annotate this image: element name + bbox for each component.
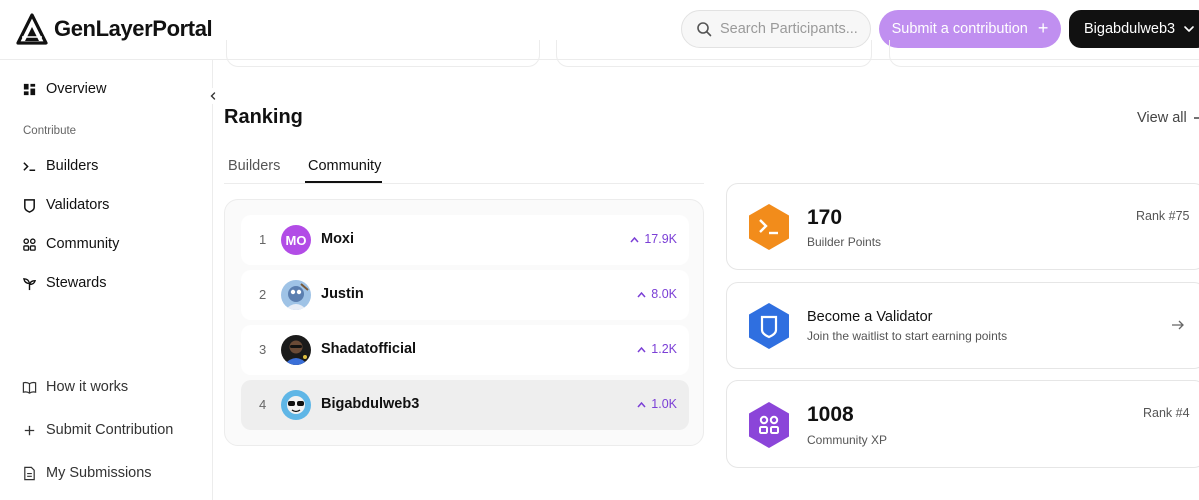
sidebar-item-validators[interactable]: Validators	[22, 197, 109, 213]
ranking-tabs: Builders Community	[224, 148, 704, 184]
dashboard-icon	[23, 83, 36, 95]
become-validator-card[interactable]: Become a Validator Join the waitlist to …	[726, 282, 1199, 369]
participant-name: Justin	[321, 286, 364, 302]
validator-subtitle: Join the waitlist to start earning point…	[807, 329, 1008, 343]
sidebar-item-overview[interactable]: Overview	[22, 81, 106, 97]
sidebar: Overview Contribute Builders Validators …	[0, 60, 213, 500]
ranking-row-current-user[interactable]: 4 Bigabdulweb3 1.0K	[241, 380, 689, 430]
builder-points-value: 170	[807, 206, 843, 229]
shield-icon	[24, 198, 35, 213]
sidebar-collapse-button[interactable]	[205, 88, 221, 104]
ranking-row[interactable]: 2 Justin 8.0K	[241, 270, 689, 320]
sidebar-item-stewards[interactable]: Stewards	[22, 275, 106, 291]
avatar-initials: MO	[285, 232, 307, 248]
top-card-edge	[226, 40, 540, 67]
avatar	[281, 390, 311, 420]
sidebar-item-label: Community	[46, 236, 120, 252]
builder-rank-badge: Rank #75	[1136, 209, 1190, 223]
chevron-up-icon	[637, 291, 646, 297]
community-hex-icon	[749, 402, 789, 448]
sidebar-item-label: Validators	[46, 197, 110, 213]
tab-community[interactable]: Community	[308, 158, 381, 174]
tab-builders[interactable]: Builders	[228, 158, 280, 174]
submit-contribution-label: Submit a contribution	[891, 21, 1028, 37]
sidebar-item-label: Submit Contribution	[46, 422, 174, 438]
plus-icon	[24, 425, 35, 435]
avatar	[281, 335, 311, 365]
community-xp-card[interactable]: 1008 Community XP Rank #4	[726, 380, 1199, 468]
sidebar-item-label: How it works	[46, 379, 129, 395]
sidebar-item-submit-contribution[interactable]: Submit Contribution	[22, 422, 173, 438]
community-xp-label: Community XP	[807, 433, 888, 447]
chevron-left-icon	[210, 92, 216, 100]
logo-text: GenLayerPortal	[54, 16, 213, 41]
participant-name: Bigabdulweb3	[321, 396, 420, 412]
builder-points-card[interactable]: 170 Builder Points Rank #75	[726, 183, 1199, 270]
avatar: MO	[281, 225, 311, 255]
arrow-right-icon[interactable]	[1171, 319, 1185, 331]
builder-hex-icon	[749, 204, 789, 250]
participant-name: Shadatofficial	[321, 341, 417, 357]
avatar	[281, 280, 311, 310]
ranking-row[interactable]: 3 Shadatofficial 1.2K	[241, 325, 689, 375]
rank-number: 1	[259, 232, 267, 247]
sidebar-item-label: My Submissions	[46, 465, 152, 481]
ranking-list: 1 MO Moxi 17.9K 2 Justin 8.0K 3 Shadatof…	[224, 199, 704, 446]
community-grid-icon	[23, 237, 36, 251]
chevron-up-icon	[637, 401, 646, 407]
participant-score: 17.9K	[630, 232, 677, 246]
search-icon	[697, 22, 712, 37]
avatar-image	[281, 335, 311, 365]
top-card-edge	[889, 40, 1199, 67]
logo[interactable]: GenLayerPortal	[16, 13, 213, 45]
participant-name: Moxi	[321, 231, 355, 247]
builder-points-label: Builder Points	[807, 235, 882, 249]
terminal-icon	[23, 161, 36, 171]
view-all-label: View all	[1137, 110, 1187, 126]
arrow-right-icon	[1193, 117, 1199, 119]
sidebar-item-community[interactable]: Community	[22, 236, 119, 252]
validator-hex-icon	[749, 303, 789, 349]
top-card-edge	[556, 40, 872, 67]
plus-icon: +	[1037, 18, 1049, 38]
user-name: Bigabdulweb3	[1084, 21, 1176, 37]
sidebar-item-label: Overview	[46, 81, 107, 97]
ranking-row[interactable]: 1 MO Moxi 17.9K	[241, 215, 689, 265]
score-value: 1.2K	[651, 342, 677, 356]
ranking-title: Ranking	[224, 106, 303, 128]
genlayer-logo-icon	[16, 13, 48, 45]
rank-number: 3	[259, 342, 267, 357]
score-value: 8.0K	[651, 287, 677, 301]
avatar-image	[281, 280, 311, 310]
rank-number: 4	[259, 397, 267, 412]
score-value: 17.9K	[644, 232, 677, 246]
avatar-image	[281, 390, 311, 420]
sidebar-item-my-submissions[interactable]: My Submissions	[22, 465, 152, 481]
participant-score: 8.0K	[637, 287, 677, 301]
rank-number: 2	[259, 287, 267, 302]
sidebar-item-label: Builders	[46, 158, 99, 174]
participant-score: 1.2K	[637, 342, 677, 356]
document-icon	[24, 466, 35, 480]
book-icon	[22, 381, 37, 394]
sidebar-item-label: Stewards	[46, 275, 107, 291]
community-rank-badge: Rank #4	[1143, 406, 1190, 420]
chevron-down-icon	[1184, 26, 1194, 32]
community-xp-value: 1008	[807, 403, 854, 426]
sidebar-item-builders[interactable]: Builders	[22, 158, 98, 174]
score-value: 1.0K	[651, 397, 677, 411]
sprout-icon	[23, 277, 36, 290]
search-input[interactable]	[720, 21, 860, 37]
view-all-link[interactable]: View all	[1137, 110, 1199, 126]
active-tab-indicator	[305, 181, 382, 183]
chevron-up-icon	[637, 346, 646, 352]
sidebar-item-how-it-works[interactable]: How it works	[22, 379, 128, 395]
validator-title: Become a Validator	[807, 309, 933, 325]
chevron-up-icon	[630, 236, 639, 242]
participant-score: 1.0K	[637, 397, 677, 411]
sidebar-section-label: Contribute	[23, 125, 77, 137]
